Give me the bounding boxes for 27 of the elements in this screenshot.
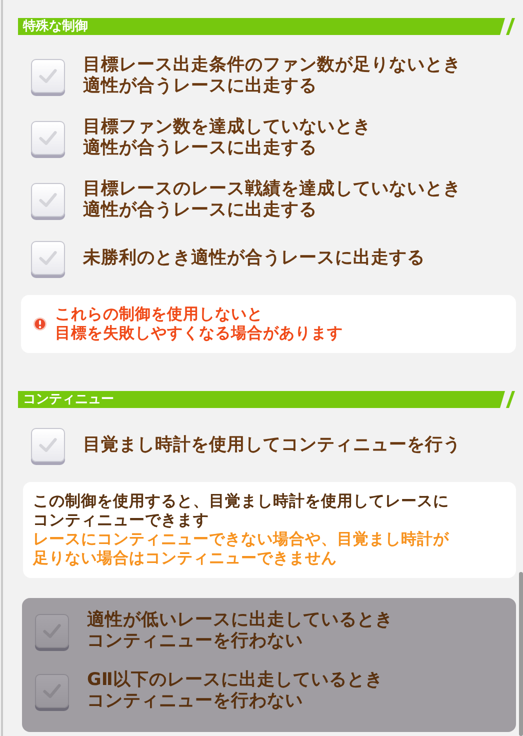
option-label: 目標ファン数を達成していないとき: [83, 117, 371, 138]
option-label: コンティニューを行わない: [87, 631, 304, 652]
checkbox[interactable]: [31, 183, 65, 217]
checkbox[interactable]: [31, 241, 65, 275]
option-label: 未勝利のとき適性が合うレースに出走する: [83, 248, 425, 268]
option-label: 適性が合うレースに出走する: [83, 138, 318, 159]
checkbox[interactable]: [31, 59, 65, 93]
option-label: 適性が合うレースに出走する: [83, 76, 318, 97]
section-header: 特殊な制御: [18, 18, 515, 35]
warning-text: 目標を失敗しやすくなる場合があります: [55, 324, 343, 343]
option-label: 適性が合うレースに出走する: [83, 200, 318, 221]
option-label: 適性が低いレースに出走しているとき: [87, 610, 393, 631]
checkbox[interactable]: [31, 121, 65, 155]
info-text: コンティニューできます: [33, 511, 210, 530]
section-header: コンティニュー: [18, 391, 515, 408]
caution-text: 足りない場合はコンティニューできません: [33, 549, 338, 568]
option-label: コンティニューを行わない: [87, 691, 304, 712]
option-label: GⅡ以下のレースに出走しているとき: [87, 670, 383, 691]
option-label: 目覚まし時計を使用してコンティニューを行う: [83, 434, 461, 456]
warning-text: これらの制御を使用しないと: [55, 305, 264, 324]
warning-icon: [33, 317, 47, 331]
option-label: 目標レース出走条件のファン数が足りないとき: [83, 55, 461, 76]
scrollbar[interactable]: [519, 572, 523, 736]
option-label: 目標レースのレース戦績を達成していないとき: [83, 179, 461, 200]
caution-text: レースにコンティニューできない場合や、目覚まし時計が: [33, 530, 450, 549]
info-text: この制御を使用すると、目覚まし時計を使用してレースに: [33, 492, 450, 511]
checkbox[interactable]: [31, 428, 65, 462]
